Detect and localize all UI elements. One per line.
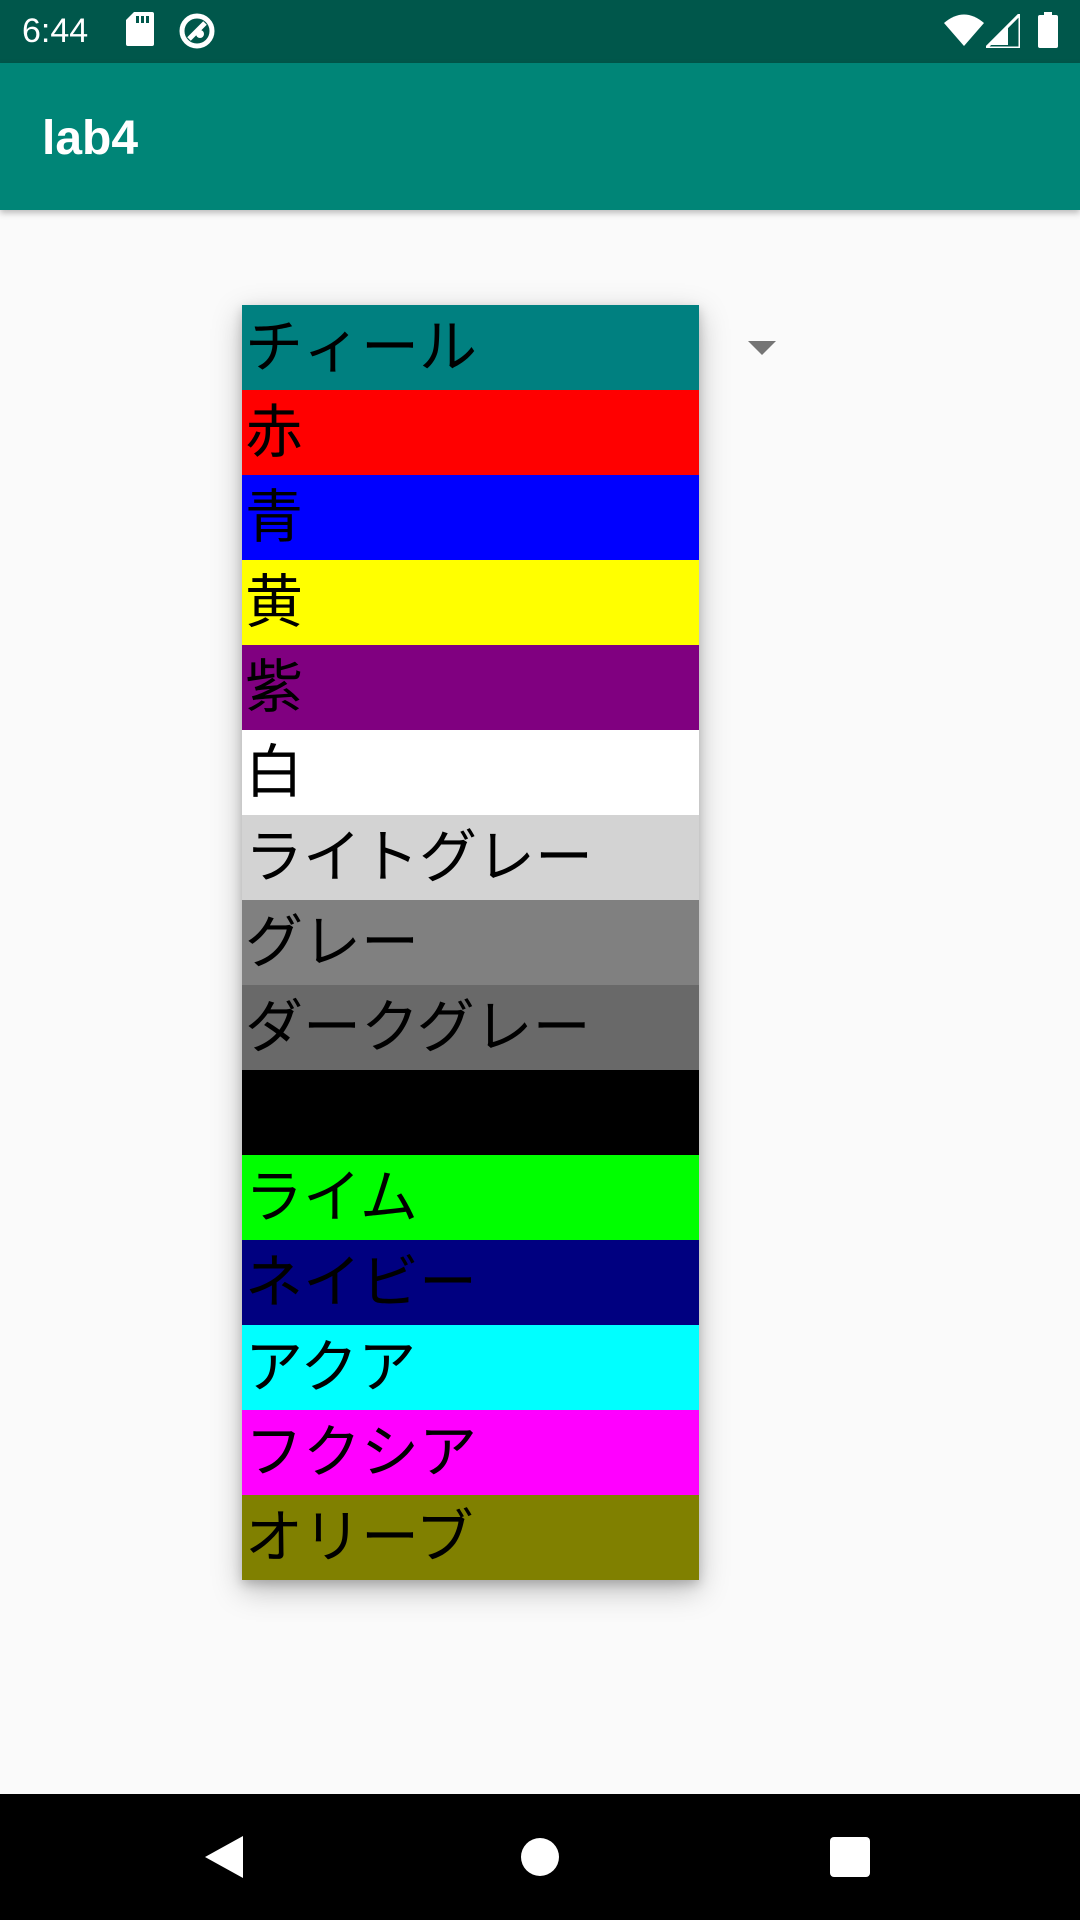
status-time: 6:44 (22, 12, 89, 50)
cellular-signal-icon (982, 10, 1022, 52)
spinner-dropdown-list: チィール赤青黄紫白ライトグレー グレー ダークグレー ライム ネイビー アクア フクシア オリ… (242, 305, 699, 1580)
chevron-down-icon[interactable] (748, 341, 776, 355)
dropdown-item[interactable]: グレー (242, 900, 699, 985)
app-bar: lab4 (0, 63, 1080, 210)
status-bar: 6:44 (0, 0, 1080, 63)
nav-bar (0, 1794, 1080, 1920)
dropdown-item[interactable]: 青 (242, 475, 699, 560)
dropdown-item[interactable]: チィール (242, 305, 699, 390)
battery-icon (1038, 12, 1058, 52)
dropdown-item[interactable]: 赤 (242, 390, 699, 475)
wifi-icon (944, 14, 984, 50)
dropdown-item[interactable]: 紫 (242, 645, 699, 730)
app-title: lab4 (42, 112, 139, 165)
do-not-disturb-icon (178, 12, 216, 54)
dropdown-item[interactable]: ダークグレー (242, 985, 699, 1070)
home-button[interactable] (480, 1794, 600, 1920)
dropdown-item[interactable]: アクア (242, 1325, 699, 1410)
back-icon (205, 1836, 243, 1878)
dropdown-item[interactable]: ライム (242, 1155, 699, 1240)
home-icon (521, 1838, 559, 1876)
dropdown-item[interactable] (242, 1070, 699, 1155)
dropdown-item[interactable]: オリーブ (242, 1495, 699, 1580)
dropdown-item[interactable]: 白 (242, 730, 699, 815)
dropdown-item[interactable]: ライトグレー (242, 815, 699, 900)
dropdown-item[interactable]: フクシア (242, 1410, 699, 1495)
sd-card-icon (126, 12, 154, 50)
dropdown-item[interactable]: ネイビー (242, 1240, 699, 1325)
recents-icon (830, 1837, 870, 1877)
dropdown-item[interactable]: 黄 (242, 560, 699, 645)
recents-button[interactable] (790, 1794, 910, 1920)
back-button[interactable] (165, 1794, 285, 1920)
